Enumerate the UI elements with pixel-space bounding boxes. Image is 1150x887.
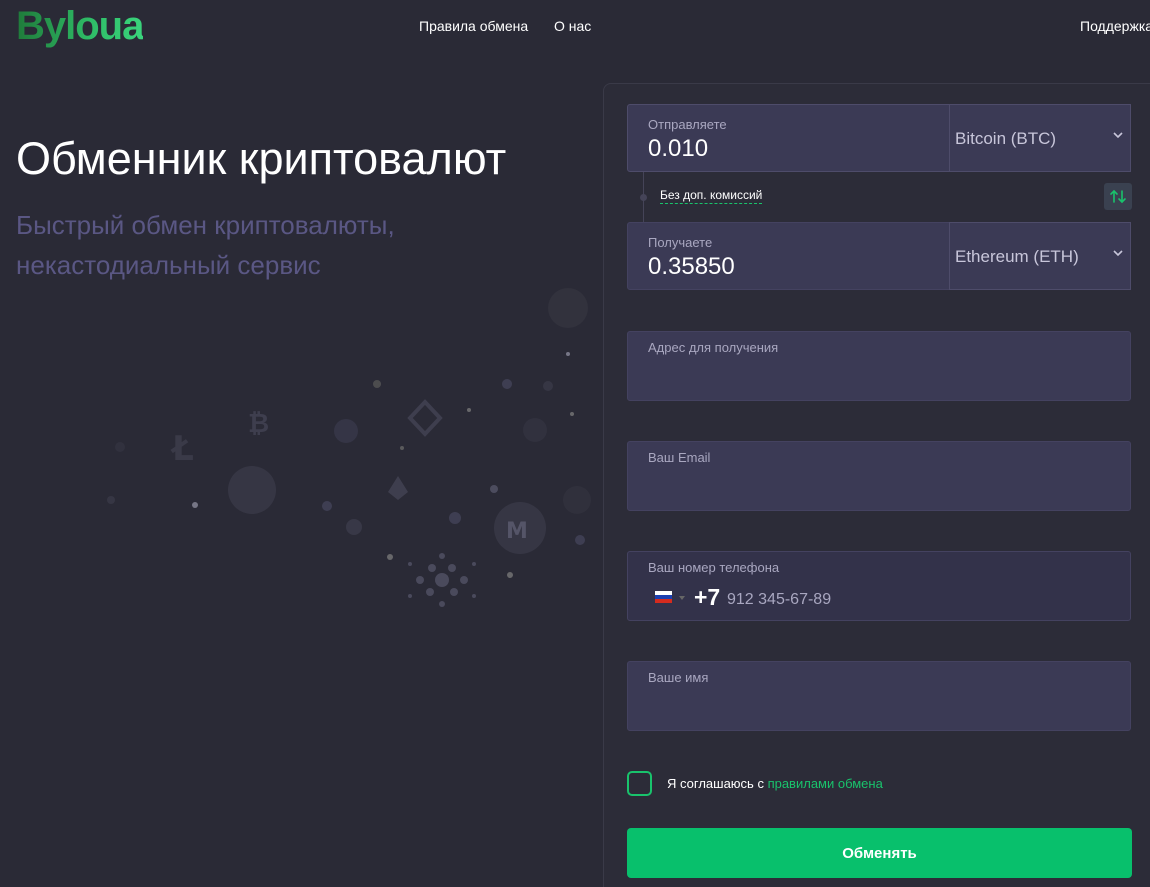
phone-country-code: +7 [694, 584, 721, 610]
country-caret-icon[interactable] [679, 596, 685, 600]
receive-field[interactable]: Получаете 0.35850 Ethereum (ETH) [627, 222, 1131, 290]
receive-currency-label: Ethereum (ETH) [955, 247, 1079, 266]
receive-currency-select[interactable]: Ethereum (ETH) [949, 222, 1131, 290]
nav-about-link[interactable]: О нас [554, 18, 591, 34]
phone-input[interactable]: Ваш номер телефона +7 912 345-67-89 [627, 551, 1131, 621]
email-input[interactable]: Ваш Email [627, 441, 1131, 511]
svg-text:M: M [506, 519, 528, 544]
chevron-down-icon [1113, 250, 1123, 257]
address-label: Адрес для получения [648, 340, 779, 355]
nav-support-link[interactable]: Поддержка [1080, 18, 1150, 34]
exchange-rules-link[interactable]: правилами обмена [768, 776, 883, 791]
send-currency-label: Bitcoin (BTC) [955, 129, 1057, 148]
no-fee-link[interactable]: Без доп. комиссий [660, 188, 763, 204]
receive-amount-input[interactable]: 0.35850 [648, 253, 735, 281]
chevron-down-icon [1113, 132, 1123, 139]
svg-text:₿: ₿ [248, 409, 269, 439]
nav-rules-link[interactable]: Правила обмена [419, 18, 528, 34]
agree-text: Я соглашаюсь с правилами обмена [667, 776, 883, 791]
name-label: Ваше имя [648, 670, 709, 685]
send-field[interactable]: Отправляете 0.010 Bitcoin (BTC) [627, 104, 1131, 172]
logo[interactable]: Byloua [16, 4, 144, 48]
email-label: Ваш Email [648, 450, 711, 465]
page: Byloua Правила обмена О нас Поддержка Об… [0, 0, 1150, 887]
address-input[interactable]: Адрес для получения [627, 331, 1131, 401]
crypto-background-illustration: Ł ₿ M [107, 288, 591, 607]
send-currency-select[interactable]: Bitcoin (BTC) [949, 104, 1131, 172]
russia-flag-icon[interactable] [655, 591, 672, 603]
phone-placeholder: 912 345-67-89 [727, 591, 832, 608]
connector-dot [640, 194, 647, 201]
send-label: Отправляете [648, 117, 727, 132]
receive-label: Получаете [648, 235, 713, 250]
exchange-button[interactable]: Обменять [627, 828, 1132, 878]
swap-arrows-icon [1110, 189, 1126, 204]
swap-button[interactable] [1104, 183, 1132, 210]
agree-checkbox[interactable] [627, 771, 652, 796]
hero-title: Обменник криптовалют [16, 133, 507, 184]
name-input[interactable]: Ваше имя [627, 661, 1131, 731]
send-amount-input[interactable]: 0.010 [648, 135, 708, 163]
svg-text:Ł: Ł [170, 429, 194, 469]
hero-subtitle: Быстрый обмен криптовалюты, некастодиаль… [16, 210, 395, 280]
agree-text-prefix: Я соглашаюсь с [667, 776, 768, 791]
phone-label: Ваш номер телефона [648, 560, 780, 575]
